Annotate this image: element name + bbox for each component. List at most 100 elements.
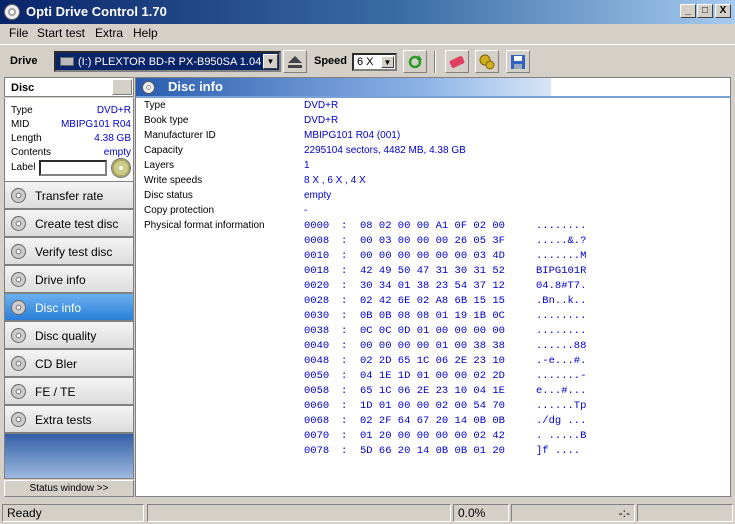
info-value: 1 bbox=[304, 160, 310, 171]
maximize-button[interactable]: □ bbox=[697, 4, 713, 18]
disc-panel-toggle-button[interactable] bbox=[112, 79, 132, 95]
hex-bytes: 00 00 00 00 00 00 03 4D bbox=[360, 250, 505, 262]
hex-ascii: ........ bbox=[536, 310, 587, 322]
info-key: Physical format information bbox=[144, 220, 265, 231]
info-row: Book type DVD+R bbox=[144, 115, 724, 130]
disc-prop-row: Length 4.38 GB bbox=[11, 133, 133, 146]
hex-ascii: BIPG101R bbox=[536, 265, 587, 277]
disc-prop-key: Contents bbox=[11, 147, 52, 158]
label-input[interactable] bbox=[39, 160, 107, 176]
hex-offset: 0038 bbox=[304, 325, 330, 337]
disc-icon bbox=[11, 328, 26, 343]
menu-help[interactable]: Help bbox=[133, 26, 158, 40]
disc-prop-value: 4.38 GB bbox=[94, 133, 131, 144]
minimize-button[interactable]: _ bbox=[680, 4, 696, 18]
drive-select-value: (I:) PLEXTOR BD-R PX-B950SA 1.04 bbox=[78, 56, 262, 68]
drive-select[interactable]: (I:) PLEXTOR BD-R PX-B950SA 1.04 ▼ bbox=[54, 51, 281, 72]
menu-file[interactable]: File bbox=[9, 26, 28, 40]
window-title: Opti Drive Control 1.70 bbox=[26, 4, 167, 19]
status-text: Ready bbox=[2, 504, 144, 522]
save-button[interactable] bbox=[506, 50, 530, 73]
drive-label: Drive bbox=[10, 55, 38, 67]
info-value: empty bbox=[304, 190, 332, 201]
hex-bytes: 02 2D 65 1C 06 2E 23 10 bbox=[360, 355, 505, 367]
info-value: DVD+R bbox=[304, 100, 339, 111]
hex-row: 0070 01 20 00 00 00 00 02 42 . .....B: bbox=[304, 430, 724, 445]
hex-bytes: 30 34 01 38 23 54 37 12 bbox=[360, 280, 505, 292]
save-icon bbox=[511, 54, 525, 69]
hex-row: 0020 30 34 01 38 23 54 37 12 04.8#T7.: bbox=[304, 280, 724, 295]
content-header: Disc info bbox=[136, 78, 551, 96]
nav-verify-test-disc[interactable]: Verify test disc bbox=[4, 237, 134, 265]
disc-icon bbox=[11, 272, 26, 287]
eject-button[interactable] bbox=[283, 50, 307, 73]
hex-colon: : bbox=[341, 325, 348, 337]
time-readout: -:- bbox=[511, 504, 635, 522]
hex-ascii: .......M bbox=[536, 250, 587, 262]
content-title: Disc info bbox=[168, 79, 223, 94]
erase-button[interactable] bbox=[445, 50, 469, 73]
hex-colon: : bbox=[341, 385, 348, 397]
nav-label: Extra tests bbox=[35, 413, 92, 427]
refresh-icon bbox=[408, 54, 422, 68]
hex-bytes: 04 1E 1D 01 00 00 02 2D bbox=[360, 370, 505, 382]
hex-ascii: .......- bbox=[536, 370, 587, 382]
menu-extra[interactable]: Extra bbox=[95, 26, 123, 40]
left-panel: Disc Type DVD+R MID MBIPG101 R04 Length … bbox=[4, 77, 134, 497]
nav-extra-tests[interactable]: Extra tests bbox=[4, 405, 134, 433]
hex-bytes: 0C 0C 0D 01 00 00 00 00 bbox=[360, 325, 505, 337]
info-value: 8 X , 6 X , 4 X bbox=[304, 175, 366, 186]
menu-start-test[interactable]: Start test bbox=[37, 26, 85, 40]
hex-offset: 0008 bbox=[304, 235, 330, 247]
hex-colon: : bbox=[341, 235, 348, 247]
nav-fe-te[interactable]: FE / TE bbox=[4, 377, 134, 405]
nav-label: Disc quality bbox=[35, 329, 97, 343]
hex-bytes: 65 1C 06 2E 23 10 04 1E bbox=[360, 385, 505, 397]
hex-bytes: 0B 0B 08 08 01 19 1B 0C bbox=[360, 310, 505, 322]
hex-bytes: 00 00 00 00 01 00 38 38 bbox=[360, 340, 505, 352]
hex-offset: 0050 bbox=[304, 370, 330, 382]
hex-row: 0048 02 2D 65 1C 06 2E 23 10 .-e...#.: bbox=[304, 355, 724, 370]
nav-cd-bler[interactable]: CD Bler bbox=[4, 349, 134, 377]
hex-row: 0058 65 1C 06 2E 23 10 04 1E e...#...: bbox=[304, 385, 724, 400]
nav-transfer-rate[interactable]: Transfer rate bbox=[4, 181, 134, 209]
info-row: Manufacturer ID MBIPG101 R04 (001) bbox=[144, 130, 724, 145]
nav-drive-info[interactable]: Drive info bbox=[4, 265, 134, 293]
hex-colon: : bbox=[341, 445, 348, 457]
status-window-button[interactable]: Status window >> bbox=[4, 480, 134, 497]
disc-icon bbox=[11, 412, 26, 427]
menu-bar: File Start test Extra Help bbox=[0, 24, 735, 43]
speed-select[interactable]: 6 X ▼ bbox=[352, 53, 397, 71]
status-extra-pane bbox=[637, 504, 733, 522]
read-label-button[interactable] bbox=[111, 158, 131, 178]
nav-create-test-disc[interactable]: Create test disc bbox=[4, 209, 134, 237]
disc-icon bbox=[11, 384, 26, 399]
close-button[interactable]: X bbox=[715, 4, 731, 18]
disc-panel-header: Disc bbox=[4, 77, 134, 97]
refresh-button[interactable] bbox=[403, 50, 427, 73]
hex-row: 0000 08 02 00 00 A1 0F 02 00........: bbox=[304, 220, 724, 235]
info-key: Type bbox=[144, 100, 166, 111]
eraser-icon bbox=[449, 55, 465, 68]
hex-colon: : bbox=[341, 250, 348, 262]
nav-disc-info[interactable]: Disc info bbox=[4, 293, 134, 321]
chevron-down-icon[interactable]: ▼ bbox=[263, 54, 278, 69]
chevron-down-icon[interactable]: ▼ bbox=[381, 56, 394, 68]
drive-icon bbox=[60, 57, 74, 66]
disc-prop-key: MID bbox=[11, 119, 30, 130]
hex-ascii: . .....B bbox=[536, 430, 587, 442]
settings-button[interactable] bbox=[475, 50, 499, 73]
info-key: Disc status bbox=[144, 190, 193, 201]
hex-offset: 0018 bbox=[304, 265, 330, 277]
info-key: Layers bbox=[144, 160, 175, 171]
info-row: Copy protection - bbox=[144, 205, 724, 220]
info-key: Capacity bbox=[144, 145, 183, 156]
nav-label: CD Bler bbox=[35, 357, 78, 371]
nav-disc-quality[interactable]: Disc quality bbox=[4, 321, 134, 349]
hex-offset: 0040 bbox=[304, 340, 330, 352]
hex-bytes: 1D 01 00 00 02 00 54 70 bbox=[360, 400, 505, 412]
nav-label: Verify test disc bbox=[35, 245, 113, 259]
info-key: Write speeds bbox=[144, 175, 203, 186]
hex-offset: 0028 bbox=[304, 295, 330, 307]
hex-bytes: 08 02 00 00 A1 0F 02 00 bbox=[360, 220, 505, 232]
